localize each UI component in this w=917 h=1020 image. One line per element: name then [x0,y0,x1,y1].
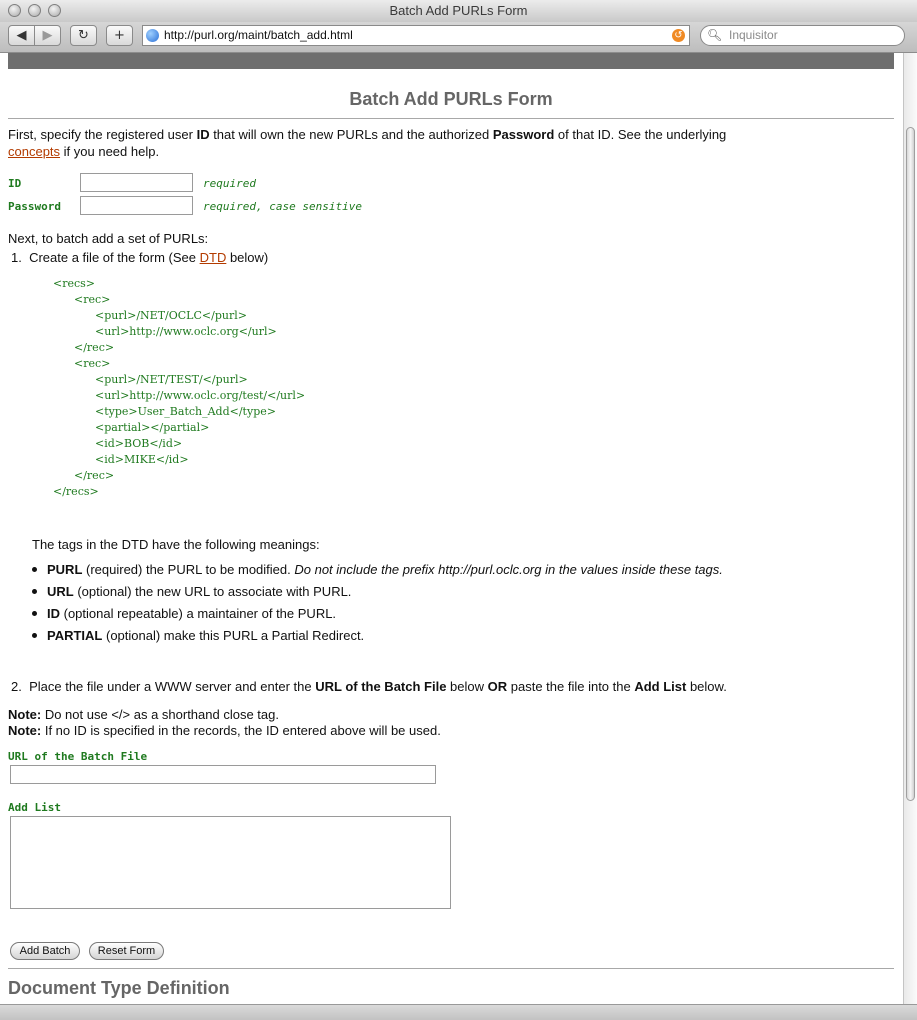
tags-intro: The tags in the DTD have the following m… [32,537,320,552]
page-viewport: Batch Add PURLs Form First, specify the … [0,53,903,1004]
password-hint: required, case sensitive [203,200,362,213]
add-list-label: Add List [8,801,61,814]
concepts-link[interactable]: concepts [8,144,60,159]
step-2: 2. Place the file under a WWW server and… [11,679,727,694]
next-text: Next, to batch add a set of PURLs: [8,231,209,246]
globe-icon [146,29,159,42]
snapback-icon[interactable]: ↺ [672,29,685,42]
plus-icon: + [114,28,125,43]
code-line: <type>User_Batch_Add</type> [95,405,276,418]
id-label: ID [8,177,22,190]
batch-url-input[interactable] [10,765,436,784]
note-shorthand: Note: Do not use </> as a shorthand clos… [8,707,279,722]
bullet-icon [32,611,37,617]
add-batch-button[interactable]: Add Batch [10,942,80,960]
code-line: <recs> [53,277,96,290]
code-line: <purl>/NET/TEST/</purl> [95,373,248,386]
code-line: <url>http://www.oclc.org</url> [95,325,277,338]
dtd-heading: Document Type Definition [8,978,230,998]
forward-arrow-icon: ▶ [42,28,53,43]
code-line: <partial></partial> [95,421,210,434]
reset-form-button[interactable]: Reset Form [89,942,164,960]
batch-url-label: URL of the Batch File [8,750,148,763]
search-icon: 🔍︎ [707,28,723,42]
note-id: Note: If no ID is specified in the recor… [8,723,441,738]
code-line: <id>MIKE</id> [95,453,189,466]
bullet-icon [32,633,37,639]
search-field[interactable]: 🔍︎ Inquisitor [700,25,905,46]
vertical-scrollbar[interactable] [903,53,917,1004]
id-input[interactable] [80,173,193,192]
tag-item-purl: PURL (required) the PURL to be modified.… [32,562,723,577]
title-divider [8,118,894,119]
page-title: Batch Add PURLs Form [349,89,553,109]
search-placeholder: Inquisitor [729,28,778,42]
add-bookmark-button[interactable]: + [106,25,133,46]
add-list-textarea[interactable] [10,816,451,909]
bullet-icon [32,589,37,595]
tag-item-partial: PARTIAL (optional) make this PURL a Part… [32,628,364,643]
id-hint: required [203,177,256,190]
bullet-icon [32,567,37,573]
window-title: Batch Add PURLs Form [389,3,528,18]
dtd-link[interactable]: DTD [200,250,227,265]
code-line: </rec> [74,469,115,482]
back-arrow-icon: ◀ [16,28,27,43]
window-title-bar: Batch Add PURLs Form [0,0,917,23]
scrollbar-thumb[interactable] [906,127,915,801]
url-text[interactable]: http://purl.org/maint/batch_add.html [164,28,353,42]
section-divider [8,968,894,969]
code-line: <url>http://www.oclc.org/test/</url> [95,389,306,402]
code-line: <rec> [74,357,111,370]
status-bar [0,1004,917,1020]
code-line: <rec> [74,293,111,306]
reload-button[interactable]: ↻ [70,25,97,46]
password-input[interactable] [80,196,193,215]
step-1: 1. Create a file of the form (See DTD be… [11,250,269,265]
intro-paragraph: First, specify the registered user ID th… [8,127,727,159]
code-line: </recs> [53,485,99,498]
forward-button[interactable]: ▶ [34,25,61,46]
back-button[interactable]: ◀ [8,25,35,46]
code-line: <id>BOB</id> [95,437,183,450]
code-line: <purl>/NET/OCLC</purl> [95,309,247,322]
reload-icon: ↻ [78,28,89,43]
password-label: Password [8,200,61,213]
tag-item-url: URL (optional) the new URL to associate … [32,584,351,599]
address-bar[interactable]: http://purl.org/maint/batch_add.html ↺ [142,25,690,46]
code-line: </rec> [74,341,115,354]
tag-item-id: ID (optional repeatable) a maintainer of… [32,606,336,621]
browser-toolbar: ◀ ▶ ↻ + http://purl.org/maint/batch_add.… [0,22,917,53]
page-header-bar [8,53,894,69]
